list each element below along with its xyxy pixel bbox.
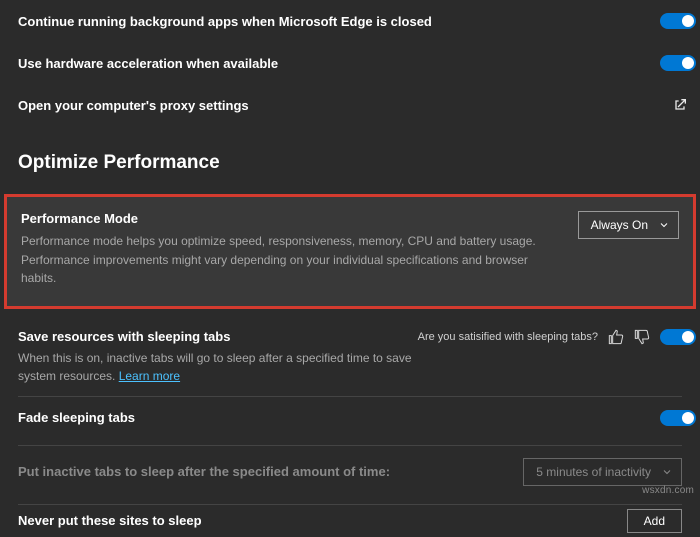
- proxy-title: Open your computer's proxy settings: [18, 98, 249, 113]
- bg-apps-row: Continue running background apps when Mi…: [0, 0, 700, 42]
- sleep-timer-title: Put inactive tabs to sleep after the spe…: [18, 464, 390, 479]
- hw-accel-row: Use hardware acceleration when available: [0, 42, 700, 84]
- bg-apps-title: Continue running background apps when Mi…: [18, 14, 432, 29]
- performance-mode-value: Always On: [591, 218, 648, 232]
- sleep-timer-dropdown[interactable]: 5 minutes of inactivity: [523, 458, 682, 486]
- fade-sleeping-tabs-row: Fade sleeping tabs: [0, 397, 700, 439]
- performance-mode-box: Performance Mode Performance mode helps …: [4, 194, 696, 309]
- sleeping-tabs-feedback-q: Are you satisified with sleeping tabs?: [418, 331, 598, 343]
- sleeping-tabs-title: Save resources with sleeping tabs: [18, 329, 230, 344]
- fade-sleeping-tabs-toggle[interactable]: [660, 410, 696, 426]
- proxy-row[interactable]: Open your computer's proxy settings: [0, 84, 700, 126]
- add-button[interactable]: Add: [627, 509, 682, 533]
- sleeping-tabs-desc: When this is on, inactive tabs will go t…: [18, 349, 418, 386]
- thumbs-down-icon[interactable]: [634, 329, 650, 345]
- sleep-timer-value: 5 minutes of inactivity: [536, 465, 651, 479]
- chevron-down-icon: [661, 466, 673, 478]
- never-sleep-title: Never put these sites to sleep: [18, 513, 202, 528]
- sleeping-tabs-toggle[interactable]: [660, 329, 696, 345]
- never-sleep-row: Never put these sites to sleep Add: [0, 505, 700, 537]
- hw-accel-toggle[interactable]: [660, 55, 696, 71]
- fade-sleeping-tabs-title: Fade sleeping tabs: [18, 410, 135, 425]
- optimize-performance-header: Optimize Performance: [0, 126, 700, 184]
- sleeping-tabs-learn-more-link[interactable]: Learn more: [119, 369, 180, 383]
- performance-mode-dropdown[interactable]: Always On: [578, 211, 679, 239]
- chevron-down-icon: [658, 219, 670, 231]
- hw-accel-title: Use hardware acceleration when available: [18, 56, 278, 71]
- watermark: wsxdn.com: [642, 485, 694, 496]
- external-link-icon: [672, 97, 688, 113]
- performance-mode-desc: Performance mode helps you optimize spee…: [21, 232, 561, 288]
- bg-apps-toggle[interactable]: [660, 13, 696, 29]
- sleeping-tabs-row: Save resources with sleeping tabs Are yo…: [0, 319, 700, 390]
- sleep-timer-row: Put inactive tabs to sleep after the spe…: [0, 446, 700, 498]
- performance-mode-title: Performance Mode: [21, 211, 578, 226]
- thumbs-up-icon[interactable]: [608, 329, 624, 345]
